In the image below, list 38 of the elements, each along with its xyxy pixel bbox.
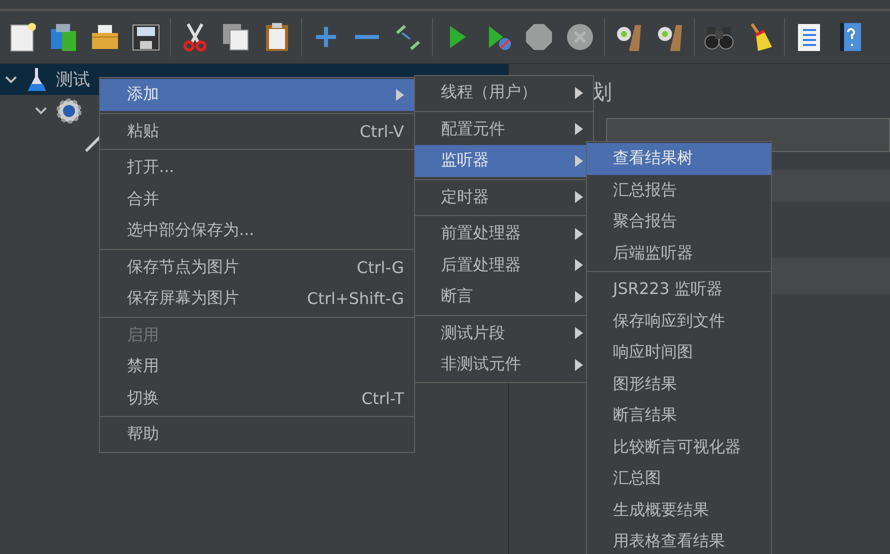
shortcut-label: Ctrl+Shift-G xyxy=(307,289,404,308)
menu-label: 配置元件 xyxy=(441,118,506,140)
menu-label: 图形结果 xyxy=(613,374,678,395)
menu-label: 合并 xyxy=(127,188,160,210)
menu-label: 用表格查看结果 xyxy=(613,531,726,552)
menu-label: 断言结果 xyxy=(613,405,678,426)
menu-label: 前置处理器 xyxy=(441,223,522,244)
menu-label: 断言 xyxy=(441,286,474,308)
menu-label: 响应时间图 xyxy=(613,342,694,364)
menu-label: 查看结果树 xyxy=(613,148,694,170)
tree-label: 测试 xyxy=(56,69,90,91)
menu-label: 生成概要结果 xyxy=(613,500,710,521)
menu-label: 后置处理器 xyxy=(441,254,522,276)
menu-label: 线程（用户） xyxy=(441,82,538,104)
menu-label: 启用 xyxy=(127,324,160,346)
menu-label: 定时器 xyxy=(441,186,490,208)
shortcut-label: Ctrl-T xyxy=(361,388,404,408)
menu-label: 添加 xyxy=(127,84,160,106)
menu-label: 监听器 xyxy=(441,150,490,172)
menu-label: 选中部分保存为... xyxy=(127,220,256,242)
menu-label: 测试片段 xyxy=(441,322,506,344)
menu-label: 后端监听器 xyxy=(613,242,694,264)
menu-label: 保存屏幕为图片 xyxy=(127,288,240,310)
menu-label: 比较断言可视化器 xyxy=(613,436,742,458)
menu-label: 非测试元件 xyxy=(441,354,522,376)
menu-label: 汇总图 xyxy=(613,468,662,490)
menu-label: 保存响应到文件 xyxy=(613,310,726,332)
menu-label: 打开... xyxy=(127,157,176,178)
menu-label: 粘贴 xyxy=(127,120,160,142)
shortcut-label: Ctrl-G xyxy=(356,258,404,277)
menu-label: 聚合报告 xyxy=(613,211,678,232)
menu-label: 汇总报告 xyxy=(613,180,678,201)
menu-label: 保存节点为图片 xyxy=(127,256,240,278)
menu-label: 切换 xyxy=(127,388,160,409)
menu-label: 禁用 xyxy=(127,356,160,378)
menu-label: 帮助 xyxy=(127,424,160,446)
shortcut-label: Ctrl-V xyxy=(360,122,404,141)
menu-label: JSR223 监听器 xyxy=(613,279,724,300)
